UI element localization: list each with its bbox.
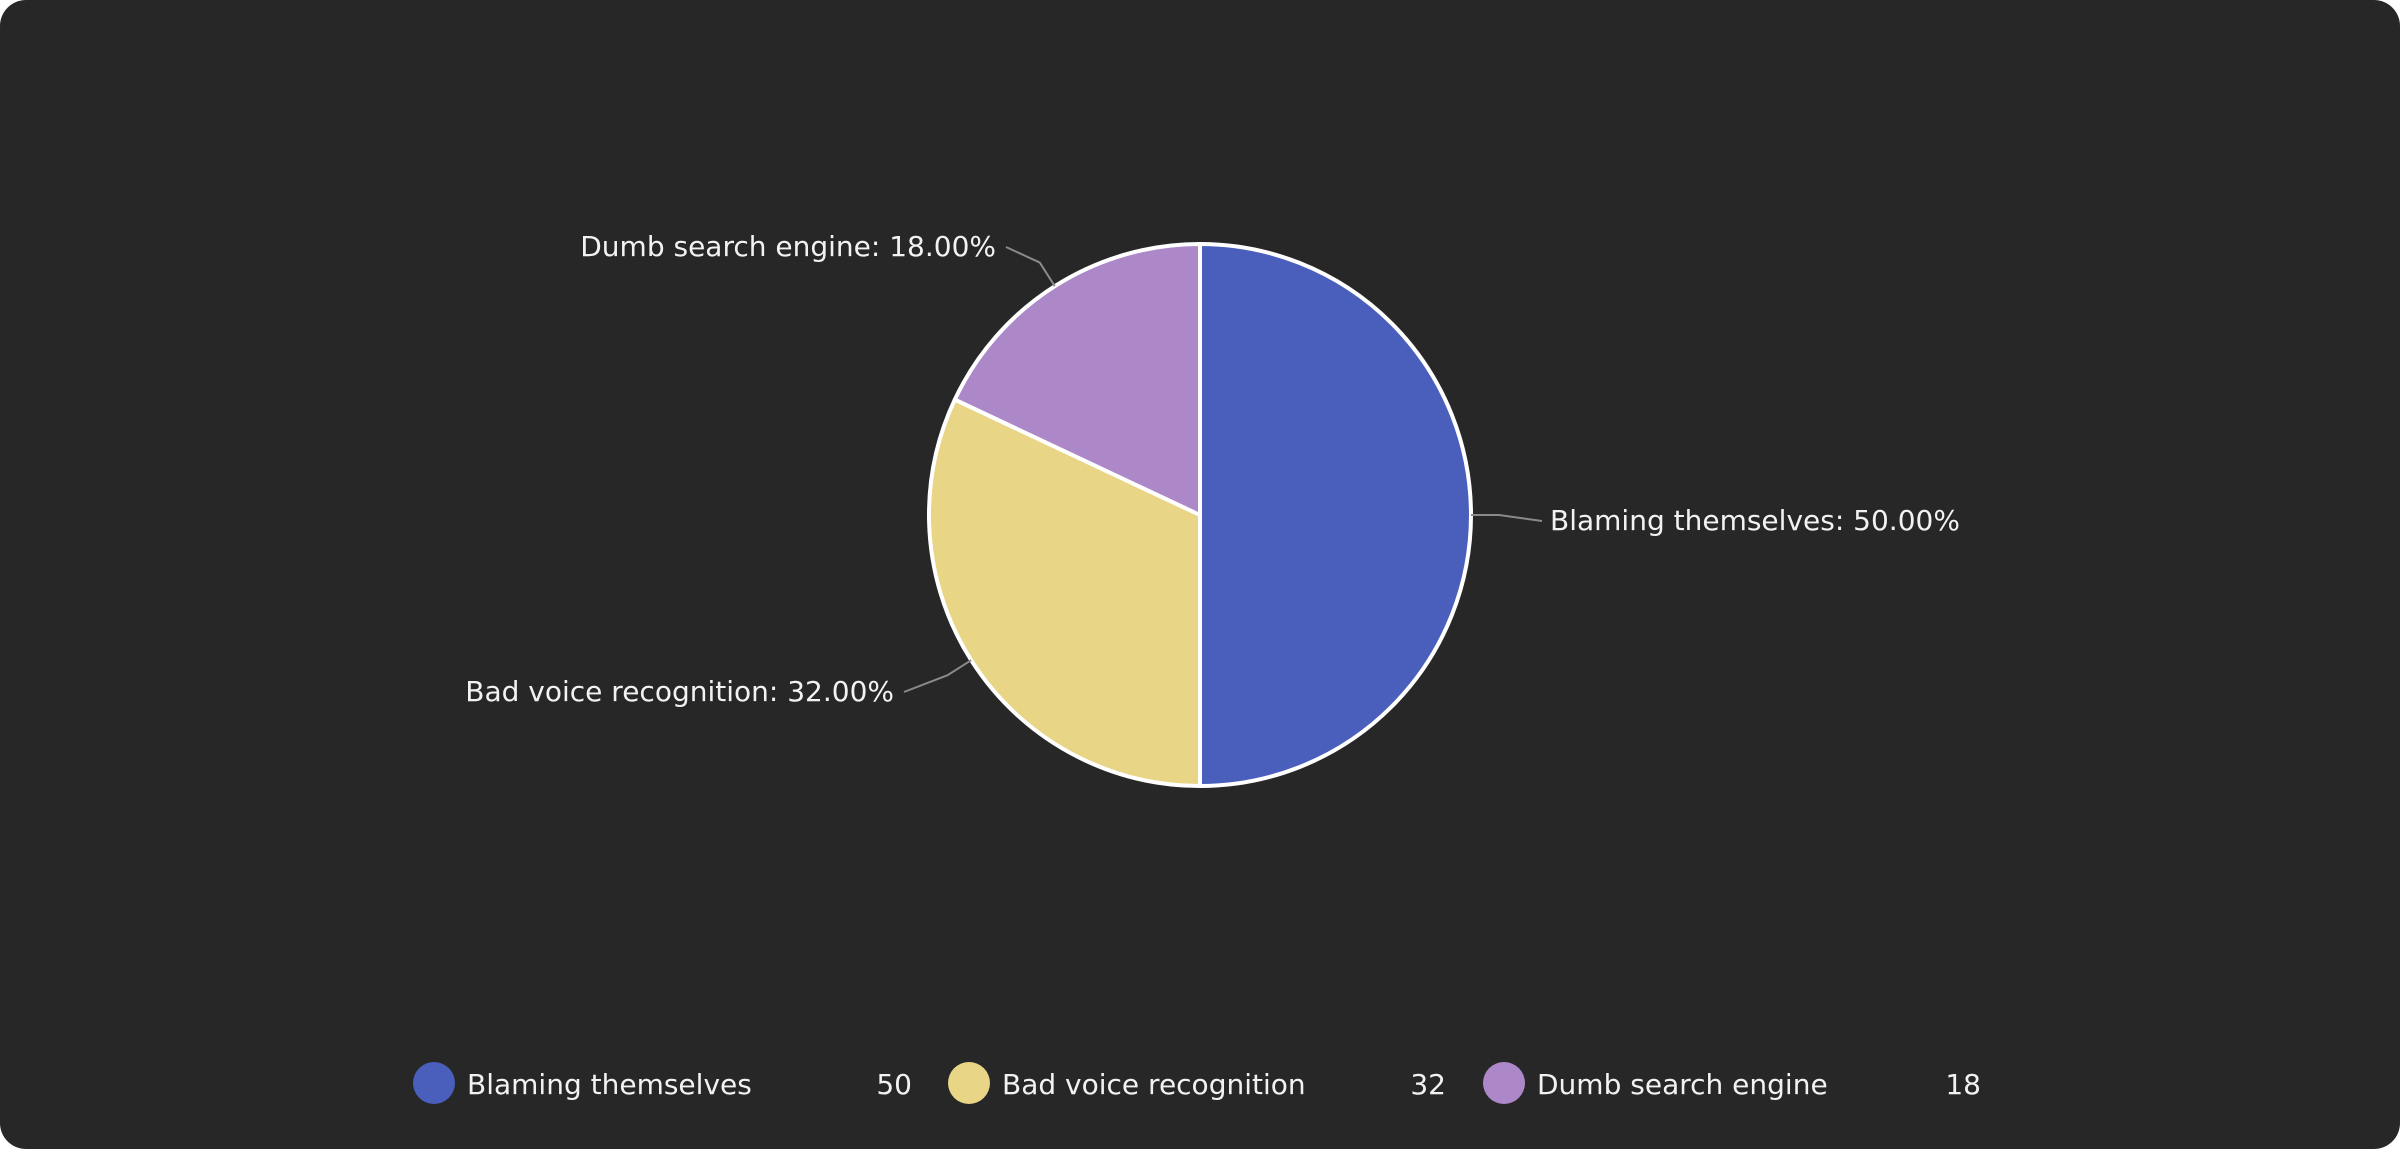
legend-item-bad-voice-recognition[interactable]: Bad voice recognition 32 [948,1062,1446,1104]
leader-line-bad-voice-recognition [903,659,972,693]
legend: Blaming themselves 50 Bad voice recognit… [413,1062,1981,1104]
legend-item-dumb-search-engine[interactable]: Dumb search engine 18 [1483,1062,1981,1104]
leader-line-blaming-themselves [1471,514,1543,522]
leader-line-dumb-search-engine [1005,246,1056,287]
legend-swatch-blaming-themselves [413,1062,455,1104]
legend-value-bad-voice-recognition: 32 [1410,1068,1446,1101]
legend-value-blaming-themselves: 50 [876,1068,912,1101]
legend-swatch-dumb-search-engine [1483,1062,1525,1104]
legend-label-bad-voice-recognition: Bad voice recognition [1002,1068,1306,1101]
slice-label-dumb-search-engine: Dumb search engine: 18.00% [580,230,996,263]
legend-label-blaming-themselves: Blaming themselves [467,1068,752,1101]
legend-swatch-bad-voice-recognition [948,1062,990,1104]
chart-card: Blaming themselves: 50.00% Bad voice rec… [0,0,2400,1149]
pie-slice-blaming-themselves[interactable] [1198,242,1473,788]
legend-value-dumb-search-engine: 18 [1945,1068,1981,1101]
legend-item-blaming-themselves[interactable]: Blaming themselves 50 [413,1062,912,1104]
pie-chart: Blaming themselves: 50.00% Bad voice rec… [413,230,1981,1104]
legend-label-dumb-search-engine: Dumb search engine [1537,1068,1828,1101]
slice-label-blaming-themselves: Blaming themselves: 50.00% [1550,504,1960,537]
slice-label-bad-voice-recognition: Bad voice recognition: 32.00% [465,675,894,708]
pie-slices [927,242,1473,788]
